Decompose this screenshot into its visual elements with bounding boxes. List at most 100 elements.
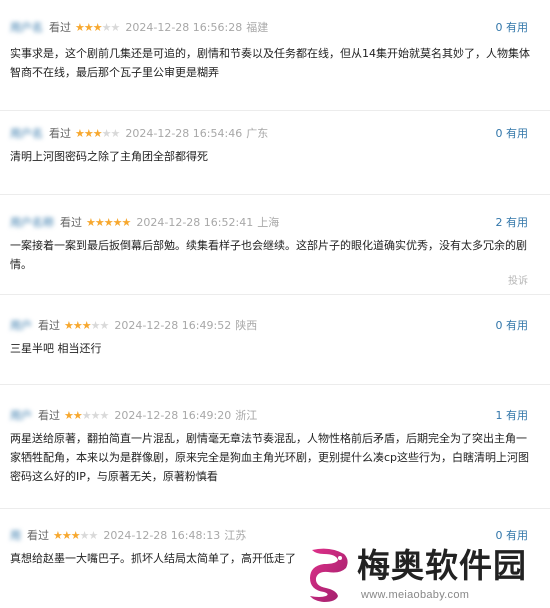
comment-text: 真想给赵墨一大嘴巴子。抓坏人结局太简单了，高开低走了 [10,552,296,565]
comment-meta: 用户 看过 ★ ★ ★ ★ ★ 2024-12-28 16:49:20 浙江 [10,408,257,424]
watermark-url: www.meiaobaby.com [361,589,470,601]
comment-location: 陕西 [235,319,258,332]
star-icon: ★ [90,319,101,332]
useful-vote[interactable]: 1 有用 [496,408,529,424]
star-icon: ★ [101,21,112,34]
star-icon: ★ [70,529,81,542]
star-icon: ★ [75,127,85,140]
star-icon: ★ [90,409,101,422]
star-icon: ★ [92,127,103,140]
useful-label: 有用 [506,529,528,542]
comment-time[interactable]: 2024-12-28 16:48:13 [103,528,220,544]
useful-label: 有用 [506,216,528,229]
star-icon: ★ [72,319,83,332]
star-icon: ★ [103,216,114,229]
comment-location: 广东 [246,127,269,140]
star-icon: ★ [75,21,85,34]
watched-status: 看过 [38,409,60,422]
comment-meta: 用户 看过 ★ ★ ★ ★ ★ 2024-12-28 16:49:52 陕西 [10,318,257,334]
useful-count: 0 [495,529,503,542]
report-link[interactable]: 投诉 [508,272,528,287]
star-icon: ★ [99,319,110,332]
comment-time[interactable]: 2024-12-28 16:52:41 [136,215,253,231]
star-icon: ★ [72,409,83,422]
watermark-title: 梅奥软件园 [357,546,527,585]
star-rating: ★ ★ ★ ★ ★ [64,408,110,424]
star-icon: ★ [86,216,96,229]
comment-item: 用户名称 看过 ★ ★ ★ ★ ★ 2024-12-28 16:52:41 上海 2 有… [0,194,550,295]
star-icon: ★ [92,21,103,34]
comment-location: 福建 [246,21,269,34]
star-rating: ★ ★ ★ ★ ★ [75,20,121,36]
star-icon: ★ [99,409,110,422]
useful-vote[interactable]: 0 有用 [496,318,529,334]
watched-status: 看过 [38,319,60,332]
watched-status: 看过 [49,21,71,34]
comment-meta: 用 看过 ★ ★ ★ ★ ★ 2024-12-28 16:48:13 江苏 [10,528,246,544]
comment-item: 用户 看过 ★ ★ ★ ★ ★ 2024-12-28 16:49:20 浙江 1 有用 … [0,384,550,509]
useful-vote[interactable]: 0 有用 [496,20,529,36]
star-icon: ★ [88,529,99,542]
comment-location: 江苏 [224,529,247,542]
comment-username[interactable]: 用户名称 [10,215,54,231]
comment-time[interactable]: 2024-12-28 16:49:52 [114,318,231,334]
comment-meta: 用户名 看过 ★ ★ ★ ★ ★ 2024-12-28 16:56:28 福建 [10,20,268,36]
comment-text: 实事求是，这个剧前几集还是可追的，剧情和节奏以及任务都在线，但从14集开始就莫名… [10,47,530,79]
comment-meta: 用户名 看过 ★ ★ ★ ★ ★ 2024-12-28 16:54:46 广东 [10,126,268,142]
comment-time[interactable]: 2024-12-28 16:56:28 [125,20,242,36]
comment-username[interactable]: 用户 [10,318,32,334]
comment-text: 三星半吧 相当还行 [10,342,102,355]
star-icon: ★ [81,319,92,332]
useful-count: 2 [495,216,503,229]
comment-location: 上海 [257,216,280,229]
comment-username[interactable]: 用户 [10,408,32,424]
star-icon: ★ [64,319,74,332]
useful-vote[interactable]: 2 有用 [496,215,529,231]
star-rating: ★ ★ ★ ★ ★ [86,215,132,231]
watched-status: 看过 [60,216,82,229]
useful-label: 有用 [506,127,528,140]
useful-count: 0 [495,319,503,332]
comment-time[interactable]: 2024-12-28 16:54:46 [125,126,242,142]
useful-label: 有用 [506,409,528,422]
star-rating: ★ ★ ★ ★ ★ [64,318,110,334]
star-icon: ★ [64,409,74,422]
comment-username[interactable]: 用户名 [10,20,43,36]
comment-item: 用户名 看过 ★ ★ ★ ★ ★ 2024-12-28 16:54:46 广东 0 有用… [0,110,550,195]
useful-vote[interactable]: 0 有用 [496,528,529,544]
star-icon: ★ [110,127,121,140]
star-rating: ★ ★ ★ ★ ★ [75,126,121,142]
star-icon: ★ [94,216,105,229]
comment-text: 清明上河图密码之除了主角团全部都得死 [10,150,208,163]
comment-text: 两星送给原著，翻拍简直一片混乱，剧情毫无章法节奏混乱，人物性格前后矛盾，后期完全… [10,432,530,483]
useful-count: 0 [495,21,503,34]
comment-location: 浙江 [235,409,258,422]
comment-item: 用户 看过 ★ ★ ★ ★ ★ 2024-12-28 16:49:52 陕西 0 有用 … [0,294,550,385]
comment-username[interactable]: 用 [10,528,21,544]
dragon-logo-icon [310,548,348,602]
useful-label: 有用 [506,21,528,34]
star-icon: ★ [101,127,112,140]
star-icon: ★ [61,529,72,542]
comment-meta: 用户名称 看过 ★ ★ ★ ★ ★ 2024-12-28 16:52:41 上海 [10,215,279,231]
star-icon: ★ [83,127,94,140]
comment-username[interactable]: 用户名 [10,126,43,142]
star-icon: ★ [79,529,90,542]
comment-text: 一案接着一案到最后扳倒幕后部勉。续集看样子也会继续。这部片子的眼化道确实优秀，没… [10,239,527,271]
comment-item: 用户名 看过 ★ ★ ★ ★ ★ 2024-12-28 16:56:28 福建 0 有用… [0,0,550,111]
watched-status: 看过 [27,529,49,542]
star-icon: ★ [83,21,94,34]
star-rating: ★ ★ ★ ★ ★ [53,528,99,544]
star-icon: ★ [121,216,132,229]
site-watermark: 梅奥软件园 www.meiaobaby.com [306,544,550,608]
star-icon: ★ [53,529,63,542]
comment-time[interactable]: 2024-12-28 16:49:20 [114,408,231,424]
useful-label: 有用 [506,319,528,332]
watched-status: 看过 [49,127,71,140]
useful-count: 1 [495,409,503,422]
star-icon: ★ [81,409,92,422]
star-icon: ★ [112,216,123,229]
useful-vote[interactable]: 0 有用 [496,126,529,142]
useful-count: 0 [495,127,503,140]
star-icon: ★ [110,21,121,34]
